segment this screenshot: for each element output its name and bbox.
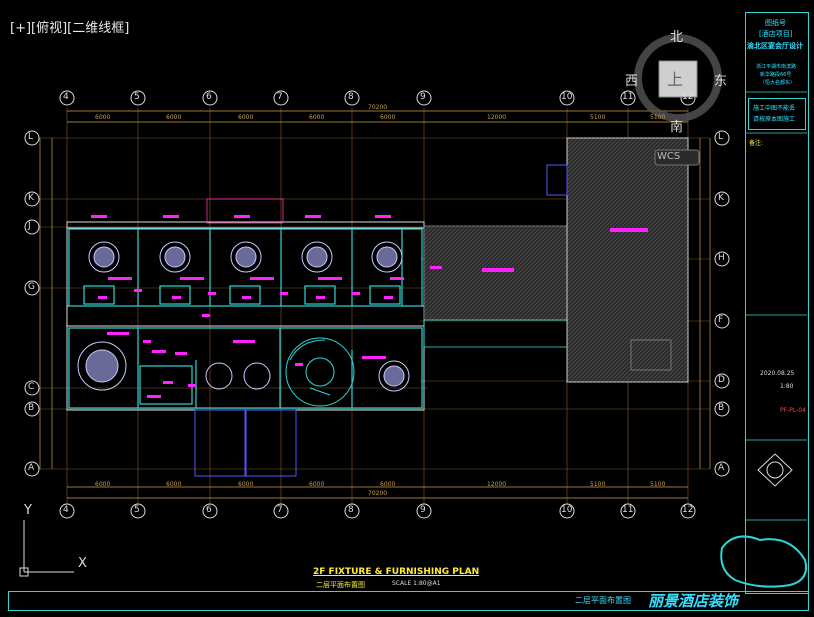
axis-label: B (28, 403, 35, 413)
dimension-text: 5100 (650, 481, 666, 488)
axis-label: 12 (682, 92, 694, 102)
overall-dimension: 70200 (368, 104, 388, 111)
plan-scale: SCALE 1:80@A1 (392, 580, 441, 587)
wcs-menu[interactable]: WCS (657, 151, 680, 162)
notice-line-2: 请按原本图施工 (753, 116, 796, 123)
axis-label: 10 (561, 505, 573, 515)
axis-label: 6 (206, 92, 212, 102)
axis-bubbles-right (714, 130, 730, 477)
axis-label: 9 (420, 92, 426, 102)
project-line-2: [酒店项目] (759, 30, 793, 38)
axis-label: 11 (622, 92, 634, 102)
axis-bubbles-top (59, 90, 696, 106)
axis-label: A (28, 463, 35, 473)
remark-label: 备注: (749, 140, 764, 147)
round-tables-upper (88, 241, 403, 273)
axis-label: 11 (622, 505, 634, 515)
upper-protrusion (206, 198, 284, 224)
axis-label: 8 (348, 505, 354, 515)
viewcube-east[interactable]: 东 (714, 70, 727, 89)
viewcube-top-face[interactable]: 上 (667, 66, 683, 90)
ucs-x-label: X (78, 556, 87, 571)
dimension-text: 6000 (309, 481, 325, 488)
dimension-text: 6000 (95, 114, 111, 121)
hatched-right-block (566, 137, 689, 383)
plan-title-cn: 二层平面布置图 (316, 581, 365, 589)
dimension-text: 5100 (590, 481, 606, 488)
axis-label: K (28, 193, 34, 203)
dimension-text: 6000 (238, 481, 254, 488)
spiral-staircase (285, 337, 355, 407)
axis-label: 5 (134, 92, 140, 102)
axis-label: L (718, 132, 724, 142)
sheet-name: 二层平面布置图 (575, 596, 631, 605)
axis-label: H (718, 253, 725, 263)
project-line-1: 图纸号 (765, 19, 786, 27)
axis-label: 6 (206, 505, 212, 515)
axis-label: 12 (682, 505, 694, 515)
address-line-1: 浙江平湖市南滨路 (756, 64, 797, 70)
axis-label: 9 (420, 505, 426, 515)
notice-line-1: 施工中图不能丢 (753, 105, 796, 112)
viewport-label[interactable]: [+][俯视][二维线框] (10, 17, 129, 36)
dimension-text: 5100 (590, 114, 606, 121)
axis-label: C (28, 382, 35, 392)
axis-label: A (718, 463, 725, 473)
dimension-text: 6000 (309, 114, 325, 121)
sheet-number: PF-PL-04 (780, 407, 806, 414)
brand-name: 丽景酒店装饰 (648, 592, 739, 610)
axis-label: 4 (63, 92, 69, 102)
axis-label: 7 (277, 92, 283, 102)
plan-title-en: 2F FIXTURE & FURNISHING PLAN (313, 567, 480, 577)
axis-label: D (718, 375, 725, 385)
axis-label: L (28, 132, 34, 142)
axis-label: F (718, 315, 724, 325)
dimension-text: 12000 (487, 114, 507, 121)
side-box (546, 164, 568, 196)
viewcube-north[interactable]: 北 (670, 26, 683, 45)
address-line-3: （恒大名都东） (760, 80, 796, 86)
ucs-icon (19, 520, 74, 577)
drawing-date: 2020.08.25 (760, 370, 795, 377)
dimension-text: 5100 (650, 114, 666, 121)
dimension-text: 6000 (95, 481, 111, 488)
viewcube-south[interactable]: 南 (670, 116, 683, 135)
axis-bubbles-left (24, 130, 40, 477)
corridor-strip (423, 319, 568, 348)
viewcube-west[interactable]: 西 (625, 70, 638, 89)
round-tables-lower (77, 341, 410, 392)
axis-label: 7 (277, 505, 283, 515)
axis-label: G (28, 282, 35, 292)
dimension-text: 6000 (166, 114, 182, 121)
axis-label: 4 (63, 505, 69, 515)
dimension-text: 6000 (166, 481, 182, 488)
axis-bubbles-bottom (59, 503, 696, 519)
hatched-hall (423, 225, 568, 321)
ucs-y-label: Y (24, 503, 32, 518)
address-line-2: 新华路段66号 (760, 72, 792, 78)
drawing-scale: 1:80 (780, 383, 794, 390)
project-line-3: 渝北区宴会厅设计 (747, 42, 803, 50)
dimension-text: 6000 (380, 114, 396, 121)
axis-label: J (28, 221, 31, 231)
dimension-text: 12000 (487, 481, 507, 488)
axis-label: 5 (134, 505, 140, 515)
overall-dimension: 70200 (368, 490, 388, 497)
axis-label: 8 (348, 92, 354, 102)
axis-label: B (718, 403, 725, 413)
axis-label: 10 (561, 92, 573, 102)
dimension-text: 6000 (238, 114, 254, 121)
axis-label: K (718, 193, 724, 203)
dimension-text: 6000 (380, 481, 396, 488)
